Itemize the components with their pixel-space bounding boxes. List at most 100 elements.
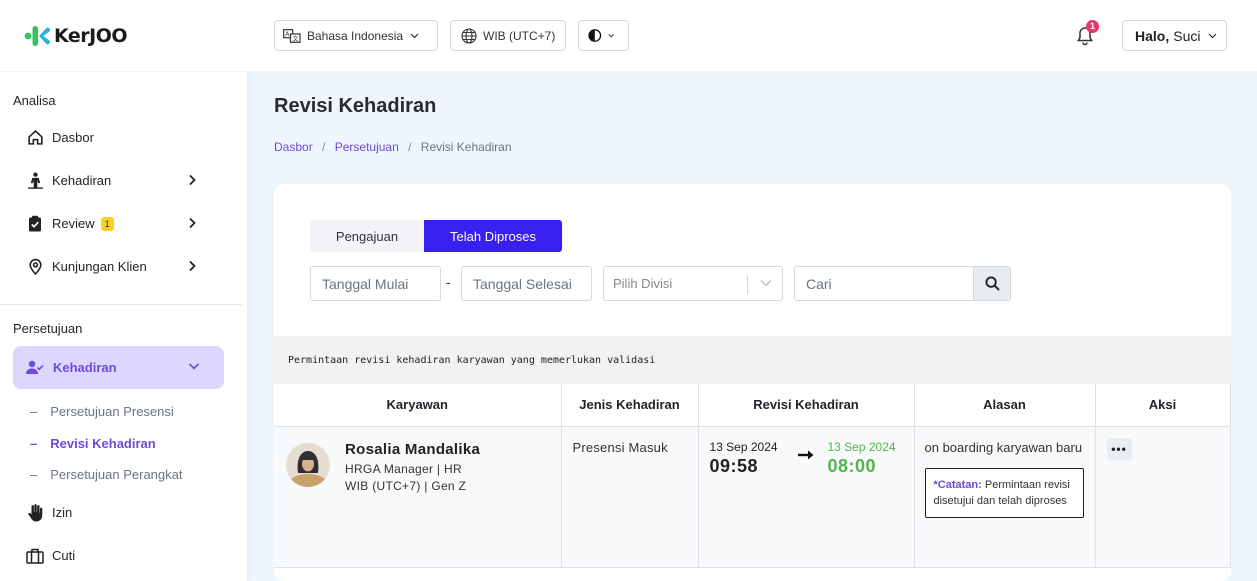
chevron-down-icon bbox=[608, 33, 614, 37]
sidebar-item-label: Dasbor bbox=[52, 130, 94, 145]
start-date-input[interactable]: Tanggal Mulai bbox=[310, 266, 441, 301]
language-select[interactable]: A文 Bahasa Indonesia bbox=[274, 20, 438, 51]
sidebar: KerJOO Analisa Dasbor Kehadiran Review 1 bbox=[0, 0, 247, 581]
employee-name: Rosalia Mandalika bbox=[345, 440, 481, 458]
theme-toggle[interactable] bbox=[578, 20, 629, 51]
main-card: Pengajuan Telah Diproses Tanggal Mulai -… bbox=[274, 184, 1231, 581]
new-time: 08:00 bbox=[827, 455, 877, 476]
logo-mark-icon bbox=[24, 25, 51, 46]
chevron-down-icon bbox=[760, 280, 772, 287]
user-check-icon bbox=[26, 360, 44, 375]
svg-text:文: 文 bbox=[293, 34, 299, 42]
notification-count-badge: 1 bbox=[1086, 20, 1099, 33]
sidebar-subitem-label: Persetujuan Perangkat bbox=[50, 467, 183, 482]
clipboard-check-icon bbox=[26, 215, 44, 233]
chevron-right-icon bbox=[189, 174, 196, 186]
contrast-icon bbox=[588, 29, 602, 42]
employee-role: HRGA Manager | HR bbox=[345, 461, 462, 476]
language-icon: A文 bbox=[283, 28, 301, 43]
avatar bbox=[286, 442, 330, 487]
attendance-type: Presensi Masuk bbox=[572, 439, 668, 455]
cell-karyawan: Rosalia Mandalika HRGA Manager | HR WIB … bbox=[274, 426, 562, 568]
sidebar-subitem-label: Persetujuan Presensi bbox=[50, 404, 174, 419]
column-header-alasan: Alasan bbox=[914, 384, 1096, 427]
table-header-row: Karyawan Jenis Kehadiran Revisi Kehadira… bbox=[274, 384, 1231, 427]
column-header-revisi: Revisi Kehadiran bbox=[698, 384, 915, 427]
note-box: *Catatan: Permintaan revisi disetujui da… bbox=[924, 467, 1084, 518]
logo[interactable]: KerJOO bbox=[0, 0, 247, 72]
cell-alasan: on boarding karyawan baru *Catatan: Perm… bbox=[914, 426, 1096, 568]
person-standing-icon bbox=[26, 172, 44, 190]
globe-icon bbox=[461, 27, 477, 44]
chevron-down-icon bbox=[410, 33, 419, 38]
cell-jenis: Presensi Masuk bbox=[561, 426, 699, 568]
search-button[interactable] bbox=[973, 266, 1011, 301]
logo-text: KerJOO bbox=[54, 24, 128, 47]
cell-aksi: ••• bbox=[1095, 426, 1231, 568]
sidebar-item-kunjungan-klien[interactable]: Kunjungan Klien bbox=[0, 245, 247, 288]
more-actions-button[interactable]: ••• bbox=[1106, 437, 1132, 460]
new-date: 13 Sep 2024 bbox=[827, 439, 896, 454]
breadcrumb: Dasbor / Persetujuan / Revisi Kehadiran bbox=[274, 140, 512, 154]
sidebar-item-label: Kehadiran bbox=[52, 173, 112, 188]
chevron-right-icon bbox=[189, 217, 196, 229]
map-pin-icon bbox=[26, 258, 44, 276]
select-divider bbox=[747, 275, 748, 294]
breadcrumb-dasbor[interactable]: Dasbor bbox=[274, 140, 313, 154]
sidebar-subitem-label: Revisi Kehadiran bbox=[50, 436, 156, 451]
breadcrumb-separator: / bbox=[408, 140, 412, 154]
sidebar-item-kehadiran[interactable]: Kehadiran bbox=[0, 159, 247, 202]
column-header-karyawan: Karyawan bbox=[274, 384, 562, 427]
home-icon bbox=[26, 129, 44, 147]
column-header-aksi: Aksi bbox=[1095, 384, 1231, 427]
sidebar-subitem-persetujuan-presensi[interactable]: – Persetujuan Presensi bbox=[30, 404, 174, 419]
note-label: *Catatan: bbox=[933, 478, 982, 491]
sidebar-item-label: Kunjungan Klien bbox=[52, 259, 147, 274]
date-separator: - bbox=[446, 274, 451, 290]
tab-pengajuan[interactable]: Pengajuan bbox=[310, 220, 424, 252]
sidebar-item-label: Kehadiran bbox=[53, 360, 117, 375]
chevron-down-icon bbox=[188, 363, 200, 370]
timezone-label: WIB (UTC+7) bbox=[483, 28, 556, 43]
sidebar-item-review[interactable]: Review 1 bbox=[0, 202, 247, 245]
user-menu-button[interactable]: Halo, Suci bbox=[1122, 20, 1227, 51]
tab-telah-diproses[interactable]: Telah Diproses bbox=[424, 220, 562, 252]
user-name: Suci bbox=[1173, 27, 1201, 44]
table-row: Rosalia Mandalika HRGA Manager | HR WIB … bbox=[274, 426, 1231, 568]
search-icon bbox=[984, 276, 1000, 291]
division-placeholder: Pilih Divisi bbox=[613, 276, 673, 291]
sidebar-item-kehadiran-active[interactable]: Kehadiran bbox=[13, 346, 224, 389]
hand-icon bbox=[26, 503, 44, 522]
sidebar-item-izin[interactable]: Izin bbox=[0, 491, 247, 534]
sidebar-item-cuti[interactable]: Cuti bbox=[0, 534, 247, 577]
employee-zone: WIB (UTC+7) | Gen Z bbox=[345, 478, 467, 493]
info-bar: Permintaan revisi kehadiran karyawan yan… bbox=[274, 336, 1231, 384]
search-input[interactable]: Cari bbox=[794, 266, 974, 301]
topbar: A文 Bahasa Indonesia WIB (UTC+7) 1 Halo, … bbox=[247, 0, 1257, 71]
end-date-input[interactable]: Tanggal Selesai bbox=[461, 266, 592, 301]
sidebar-item-label: Izin bbox=[52, 505, 73, 520]
revision-table: Karyawan Jenis Kehadiran Revisi Kehadira… bbox=[274, 384, 1231, 568]
cell-revisi: 13 Sep 2024 09:58 13 Sep 2024 08:00 bbox=[698, 426, 915, 568]
language-label: Bahasa Indonesia bbox=[307, 28, 404, 43]
section-persetujuan: Persetujuan bbox=[13, 321, 83, 336]
sidebar-subitem-revisi-kehadiran[interactable]: – Revisi Kehadiran bbox=[30, 436, 156, 451]
division-select[interactable]: Pilih Divisi bbox=[603, 266, 783, 301]
sidebar-item-label: Review bbox=[52, 216, 95, 231]
sidebar-divider bbox=[0, 304, 242, 305]
tab-group: Pengajuan Telah Diproses bbox=[310, 220, 562, 252]
breadcrumb-persetujuan[interactable]: Persetujuan bbox=[335, 140, 399, 154]
reason-text: on boarding karyawan baru bbox=[924, 439, 1083, 455]
column-header-jenis: Jenis Kehadiran bbox=[561, 384, 699, 427]
chevron-down-icon bbox=[1209, 33, 1217, 38]
sidebar-subitem-persetujuan-perangkat[interactable]: – Persetujuan Perangkat bbox=[30, 467, 183, 482]
breadcrumb-current: Revisi Kehadiran bbox=[420, 140, 512, 154]
section-analisa: Analisa bbox=[13, 93, 56, 108]
greeting-label: Halo, bbox=[1135, 27, 1170, 44]
timezone-button[interactable]: WIB (UTC+7) bbox=[450, 20, 566, 51]
review-count-badge: 1 bbox=[100, 216, 114, 231]
chevron-right-icon bbox=[189, 260, 196, 272]
breadcrumb-separator: / bbox=[322, 140, 326, 154]
page-title: Revisi Kehadiran bbox=[274, 95, 437, 117]
sidebar-item-dasbor[interactable]: Dasbor bbox=[0, 116, 247, 159]
